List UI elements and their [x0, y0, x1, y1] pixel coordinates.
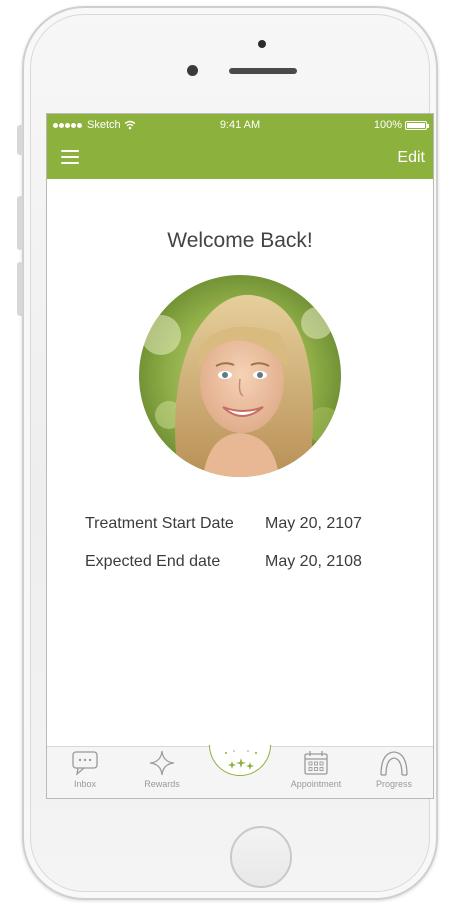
tab-progress[interactable]: Progress — [367, 749, 421, 797]
status-bar: Sketch 9:41 AM 100% — [47, 114, 433, 136]
tab-label: Progress — [375, 779, 412, 789]
tab-appointment[interactable]: Appointment — [283, 749, 349, 797]
tab-rewards[interactable]: Rewards — [135, 749, 189, 797]
mute-switch — [17, 125, 23, 155]
tab-label: Rewards — [144, 779, 180, 789]
detail-label: Treatment Start Date — [85, 515, 234, 532]
status-battery-group: 100% — [373, 119, 429, 131]
earpiece-speaker — [229, 68, 297, 74]
volume-down-button — [17, 262, 23, 316]
stars-home-icon — [225, 750, 257, 770]
chat-bubble-icon — [72, 751, 98, 776]
home-button[interactable] — [230, 826, 292, 888]
battery-percent: 100% — [373, 119, 402, 131]
hamburger-menu-icon[interactable] — [61, 150, 79, 164]
tab-bar: Inbox Rewards Appointment Progress — [47, 745, 433, 798]
tab-label: Appointment — [290, 779, 342, 789]
navigation-bar: Edit — [47, 136, 433, 179]
detail-value: May 20, 2108 — [265, 553, 362, 570]
speaker-dot — [258, 40, 266, 48]
tab-label: Inbox — [73, 779, 97, 789]
detail-value: May 20, 2107 — [265, 515, 362, 532]
welcome-heading: Welcome Back! — [167, 229, 313, 252]
battery-icon — [405, 120, 429, 130]
tab-home-center[interactable] — [209, 745, 271, 776]
edit-button[interactable]: Edit — [397, 149, 425, 167]
profile-photo — [139, 275, 341, 477]
calendar-icon — [304, 751, 328, 775]
app-screen: Sketch 9:41 AM 100% Edit Welcome Back! T… — [46, 113, 434, 799]
front-camera — [187, 65, 198, 76]
detail-label: Expected End date — [85, 553, 221, 570]
volume-up-button — [17, 196, 23, 250]
sparkle-star-icon — [149, 750, 175, 776]
aligner-arch-icon — [380, 751, 408, 776]
tab-inbox[interactable]: Inbox — [63, 749, 107, 797]
